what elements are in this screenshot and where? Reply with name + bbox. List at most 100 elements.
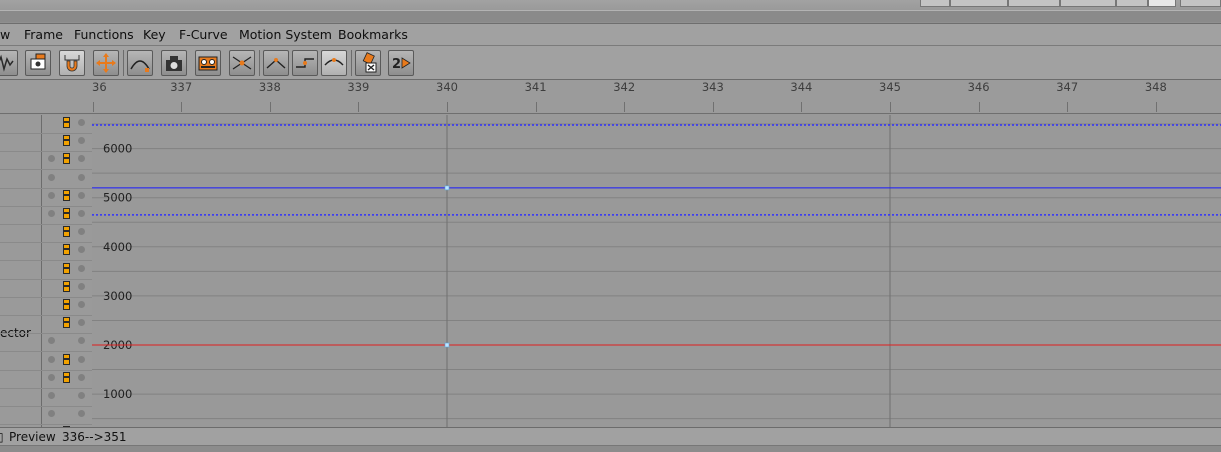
frame-label: 348 [1144,80,1167,94]
track-solo-dot[interactable] [48,155,55,163]
bottom-strip [0,445,1221,452]
frame-label: 341 [524,80,547,94]
curve-view-icon[interactable] [127,50,153,76]
frame-tick [978,102,980,112]
track-toggle-dot[interactable] [78,119,85,126]
move-keys-icon[interactable] [93,50,119,76]
menu-fcurve[interactable]: F-Curve [179,27,228,42]
spline-tangent-icon[interactable] [321,50,347,76]
keyframe-track-icon[interactable] [63,353,70,365]
frame-label: 346 [967,80,990,94]
fcurve-mode-icon[interactable] [0,50,18,76]
status-bar: ▯ Preview 336-->351 [0,427,1221,445]
track-toggle-dot[interactable] [78,355,85,363]
keyframe-track-icon[interactable] [63,189,70,201]
row-separator [0,169,92,171]
track-toggle-dot[interactable] [78,155,85,163]
tape-icon[interactable] [195,50,221,76]
toolbar-separator [351,50,352,76]
toolbar-separator [259,50,260,76]
status-edge-glyph: ▯ [0,430,4,444]
fcurve-graph[interactable]: 6000 5000 4000 3000 2000 1000 [92,115,1221,427]
row-separator [0,351,92,353]
frame-label: 344 [790,80,813,94]
track-solo-dot[interactable] [48,173,55,181]
top-frame-bar [0,0,1221,24]
track-toggle-dot[interactable] [78,301,85,308]
top-control-5[interactable] [1116,0,1148,7]
track-toggle-dot[interactable] [78,246,85,254]
row-separator [0,205,92,207]
track-solo-dot[interactable] [48,410,55,418]
frame-label: 340 [436,80,458,94]
track-toggle-dot[interactable] [78,373,85,381]
menu-view[interactable]: w [0,27,10,42]
track-toggle-dot[interactable] [78,137,85,145]
keyframe-track-icon[interactable] [63,208,70,219]
track-toggle-dot[interactable] [78,228,85,236]
menu-bookmarks[interactable]: Bookmarks [338,27,408,42]
top-control-6[interactable] [1148,0,1176,7]
track-toggle-dot[interactable] [78,210,85,217]
track-toggle-dot[interactable] [78,337,85,345]
track-toggle-dot[interactable] [78,319,85,327]
frame-tick [624,102,626,112]
keyframe-track-icon[interactable] [63,117,70,128]
tangent-break-icon[interactable] [263,50,289,76]
keyframe-point [444,342,450,348]
playback-2-icon[interactable]: 2 [388,50,414,76]
top-control-4[interactable] [1060,0,1116,7]
menu-frame[interactable]: Frame [24,27,63,42]
frame-tick [535,102,537,112]
track-toggle-dot[interactable] [78,264,85,272]
track-toggle-dot[interactable] [78,173,85,181]
keyframe-track-icon[interactable] [63,280,70,292]
keyframe-track-icon[interactable] [63,153,70,165]
keyframe-track-icon[interactable] [63,244,70,256]
track-solo-dot[interactable] [48,355,55,363]
frame-tick [92,102,94,112]
frame-tick [1067,102,1069,112]
keyframe-point [444,185,450,191]
keyframe-track-icon[interactable] [63,135,70,147]
capture-icon[interactable] [161,50,187,76]
step-tangent-icon[interactable] [292,50,318,76]
track-solo-dot[interactable] [48,392,55,399]
row-separator [0,315,92,316]
top-control-3[interactable] [1008,0,1060,7]
status-range: 336-->351 [62,430,127,444]
track-toggle-dot[interactable] [78,410,85,418]
row-separator [0,260,92,262]
track-toggle-dot[interactable] [78,191,85,199]
frame-label: 347 [1056,80,1079,94]
frame-tick [1155,102,1157,112]
keyframe-track-icon[interactable] [63,262,70,274]
timeline-ruler[interactable]: 36 337 338 339 340 341 342 343 344 345 346 347 348 [0,80,1221,114]
track-solo-dot[interactable] [48,210,55,217]
keyframe-track-icon[interactable] [63,299,70,310]
fcurve-canvas[interactable]: 600050004000300020001000 [92,115,1221,427]
frame-label: 337 [170,80,193,94]
keyframe-track-icon[interactable] [63,317,70,329]
track-solo-dot[interactable] [48,191,55,199]
record-key-icon[interactable] [25,50,51,76]
keyframe-track-icon[interactable] [63,226,70,238]
delete-key-icon[interactable] [355,50,381,76]
frame-tick [181,102,183,112]
top-control-1[interactable] [920,0,950,7]
top-control-7[interactable] [1180,0,1221,7]
row-separator [0,242,92,244]
track-toggle-dot[interactable] [78,282,85,290]
value-axis-label: 3000 [103,289,132,303]
track-solo-dot[interactable] [48,337,55,345]
menu-key[interactable]: Key [143,27,166,42]
menu-motion-system[interactable]: Motion System [239,27,332,42]
keyframe-track-icon[interactable] [63,371,70,383]
row-separator [0,333,92,335]
track-toggle-dot[interactable] [78,392,85,399]
snap-magnet-icon[interactable] [59,50,85,76]
top-control-2[interactable] [950,0,1008,7]
track-solo-dot[interactable] [48,373,55,381]
tangent-tool-icon[interactable] [229,50,255,76]
menu-functions[interactable]: Functions [74,27,134,42]
